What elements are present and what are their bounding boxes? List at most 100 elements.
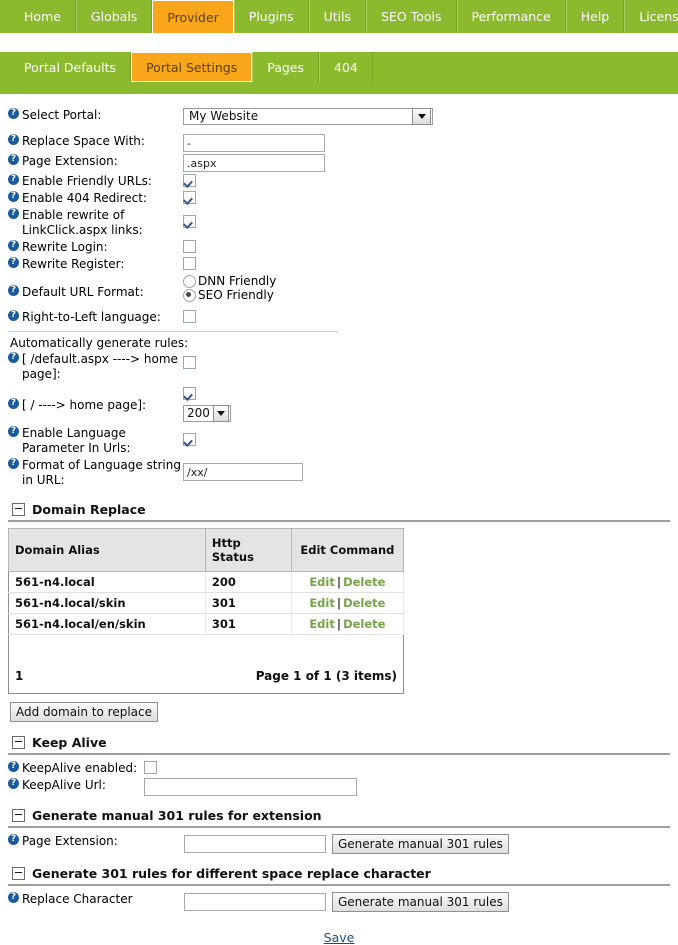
generate-manual-301-rules-space-button[interactable]: Generate manual 301 rules [332, 892, 509, 912]
help-icon[interactable] [8, 207, 19, 219]
help-icon[interactable] [8, 457, 19, 469]
nav-item-plugins[interactable]: Plugins [233, 0, 309, 33]
manual-301-space-label: Replace Character [22, 892, 133, 906]
collapse-minus-icon[interactable] [12, 503, 25, 516]
rewrite-register-checkbox[interactable] [183, 257, 196, 270]
default-url-format-control: DNN Friendly SEO Friendly [183, 274, 670, 302]
help-icon[interactable] [8, 133, 19, 145]
tab-portal-defaults[interactable]: Portal Defaults [10, 52, 132, 82]
select-portal-dropdown[interactable]: My Website [183, 108, 433, 125]
radio-option-seo-friendly[interactable]: SEO Friendly [183, 288, 670, 302]
slash-home-checkbox[interactable] [183, 387, 196, 400]
manual-301-space-label-wrap: Replace Character [8, 891, 184, 907]
help-icon[interactable] [8, 173, 19, 185]
help-icon[interactable] [8, 891, 19, 903]
delete-link[interactable]: Delete [343, 617, 385, 631]
collapse-minus-icon[interactable] [12, 867, 25, 880]
save-link[interactable]: Save [324, 930, 355, 945]
field-page-extension: Page Extension: [8, 153, 670, 172]
keepalive-enabled-control [144, 761, 670, 776]
enable-404-redirect-checkbox[interactable] [183, 191, 196, 204]
nav-item-globals[interactable]: Globals [75, 0, 153, 33]
rtl-checkbox[interactable] [183, 310, 196, 323]
language-format-control [183, 458, 670, 481]
generate-manual-301-rules-extension-button[interactable]: Generate manual 301 rules [332, 834, 509, 854]
cell-edit-command: Edit | Delete [291, 613, 405, 635]
nav-item-help[interactable]: Help [565, 0, 625, 33]
cell-http-status: 200 [205, 571, 292, 593]
help-icon[interactable] [8, 153, 19, 165]
seo-friendly-radio[interactable] [183, 288, 196, 302]
manual-301-extension-control: Generate manual 301 rules [184, 834, 670, 854]
help-icon[interactable] [8, 284, 19, 296]
nav-item-utils[interactable]: Utils [308, 0, 367, 33]
nav-item-seo-tools[interactable]: SEO Tools [366, 0, 457, 33]
page-extension-input[interactable] [183, 154, 325, 172]
add-domain-to-replace-button[interactable]: Add domain to replace [10, 702, 159, 722]
keepalive-url-input[interactable] [144, 778, 357, 796]
manual-301-extension-input[interactable] [184, 835, 326, 853]
manual-301-extension-header[interactable]: Generate manual 301 rules for extension [8, 808, 670, 823]
nav-item-home[interactable]: Home [10, 0, 76, 33]
table-row: 561-n4.local/skin 301 Edit | Delete [8, 592, 405, 614]
chevron-down-icon[interactable] [212, 405, 229, 422]
nav-item-performance[interactable]: Performance [456, 0, 566, 33]
collapse-minus-icon[interactable] [12, 809, 25, 822]
tab-pages[interactable]: Pages [252, 52, 320, 82]
edit-link[interactable]: Edit [309, 575, 335, 589]
domain-replace-header[interactable]: Domain Replace [8, 502, 670, 517]
help-icon[interactable] [8, 397, 19, 409]
rtl-label-wrap: Right-to-Left language: [8, 309, 183, 325]
help-icon[interactable] [8, 256, 19, 268]
rewrite-login-checkbox[interactable] [183, 240, 196, 253]
pager-page-number[interactable]: 1 [15, 669, 23, 683]
help-icon[interactable] [8, 239, 19, 251]
rtl-label: Right-to-Left language: [22, 310, 161, 324]
help-icon[interactable] [8, 190, 19, 202]
enable-friendly-urls-checkbox[interactable] [183, 174, 196, 187]
nav-spacer [0, 33, 678, 52]
replace-space-label-wrap: Replace Space With: [8, 133, 183, 149]
tab-404[interactable]: 404 [319, 52, 373, 82]
replace-space-input[interactable] [183, 134, 325, 152]
manual-301-space-header[interactable]: Generate 301 rules for different space r… [8, 866, 670, 881]
dnn-friendly-radio[interactable] [183, 274, 196, 288]
default-aspx-home-label-wrap: [ /default.aspx ----> home page]: [8, 351, 183, 382]
edit-link[interactable]: Edit [309, 596, 335, 610]
nav-item-provider[interactable]: Provider [152, 0, 234, 33]
tab-portal-settings[interactable]: Portal Settings [131, 52, 253, 82]
rewrite-login-control [183, 240, 670, 255]
help-icon[interactable] [8, 107, 19, 119]
slash-home-status-dropdown[interactable]: 200 [183, 405, 231, 422]
slash-home-label-wrap: [ / ----> home page]: [8, 387, 183, 413]
help-icon[interactable] [8, 425, 19, 437]
keep-alive-header[interactable]: Keep Alive [8, 735, 670, 750]
delete-link[interactable]: Delete [343, 596, 385, 610]
help-icon[interactable] [8, 351, 19, 363]
language-format-input[interactable] [183, 463, 303, 481]
delete-link[interactable]: Delete [343, 575, 385, 589]
keepalive-enabled-label: KeepAlive enabled: [22, 761, 138, 775]
separator: | [336, 575, 342, 589]
pager-cell: 1 Page 1 of 1 (3 items) [9, 635, 404, 694]
collapse-minus-icon[interactable] [12, 736, 25, 749]
keepalive-enabled-checkbox[interactable] [144, 761, 157, 774]
cell-domain-alias: 561-n4.local/skin [8, 592, 206, 614]
manual-301-space-input[interactable] [184, 893, 326, 911]
section-rule [8, 520, 670, 522]
default-aspx-home-checkbox[interactable] [183, 356, 196, 369]
language-format-label-wrap: Format of Language string in URL: [8, 457, 183, 488]
enable-rewrite-linkclick-checkbox[interactable] [183, 215, 196, 228]
help-icon[interactable] [8, 760, 19, 772]
help-icon[interactable] [8, 777, 19, 789]
radio-option-dnn-friendly[interactable]: DNN Friendly [183, 274, 670, 288]
edit-link[interactable]: Edit [309, 617, 335, 631]
enable-language-parameter-checkbox[interactable] [183, 433, 196, 446]
domain-replace-table: Domain Alias Http Status Edit Command 56… [8, 528, 405, 694]
help-icon[interactable] [8, 833, 19, 845]
replace-space-control [183, 134, 670, 152]
nav-item-license[interactable]: License [624, 0, 678, 33]
help-icon[interactable] [8, 309, 19, 321]
manual-301-extension-label: Page Extension: [22, 834, 118, 848]
chevron-down-icon[interactable] [412, 108, 431, 125]
